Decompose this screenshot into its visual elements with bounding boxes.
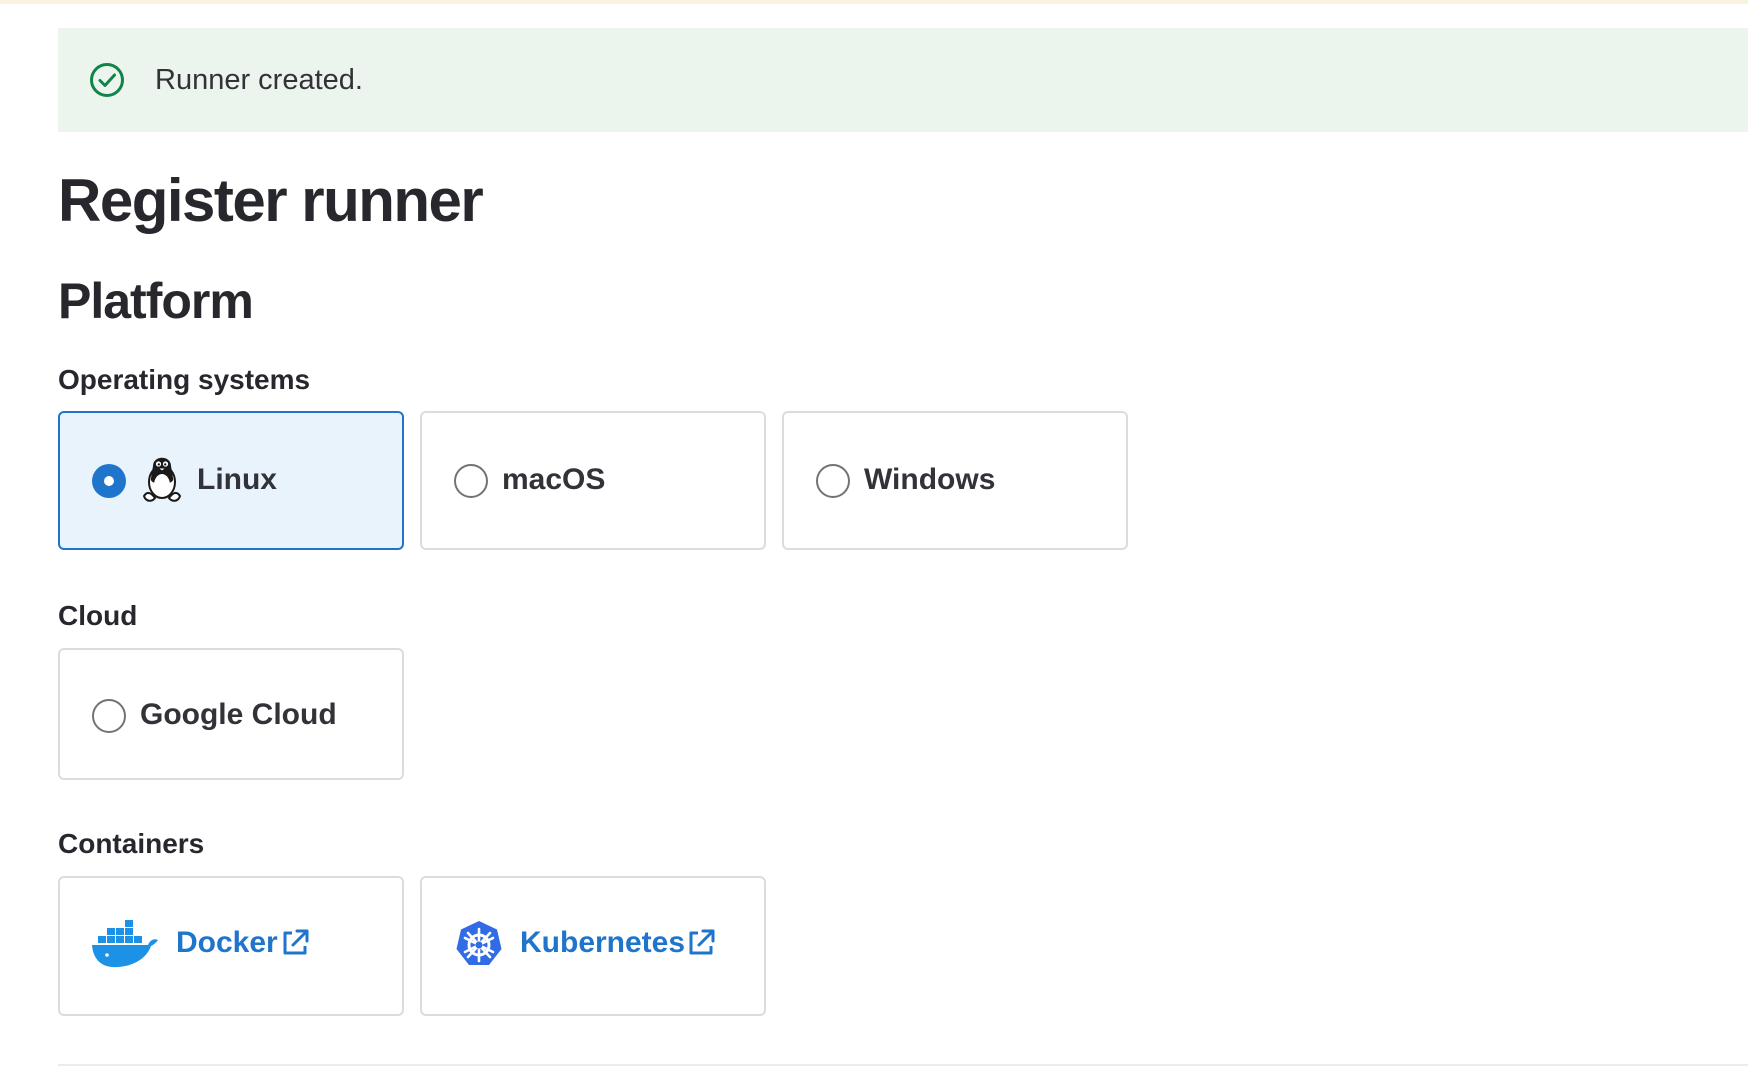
section-title: Platform (58, 273, 254, 329)
windows-radio[interactable] (816, 464, 850, 498)
containers-label: Containers (58, 828, 205, 859)
platform-option-linux[interactable]: Linux (58, 411, 404, 550)
alert-message: Runner created. (155, 64, 363, 96)
cloud-label: Cloud (58, 600, 138, 631)
kubernetes-link[interactable]: Kubernetes (520, 925, 685, 961)
macos-radio[interactable] (454, 464, 488, 498)
success-alert: Runner created. (58, 28, 1748, 132)
operating-systems-label: Operating systems (58, 364, 311, 395)
external-link-icon[interactable] (280, 928, 310, 958)
google-cloud-label: Google Cloud (140, 698, 337, 731)
linux-tux-icon (142, 457, 182, 502)
linux-label: Linux (197, 463, 277, 496)
platform-option-macos[interactable]: macOS (420, 411, 766, 550)
docker-link[interactable]: Docker (176, 925, 278, 961)
docker-whale-icon (92, 920, 158, 968)
macos-label: macOS (502, 463, 606, 496)
divider (58, 1064, 1748, 1066)
linux-radio[interactable] (92, 464, 126, 498)
container-option-docker[interactable]: Docker (58, 876, 404, 1016)
page-title: Register runner (58, 167, 484, 234)
windows-label: Windows (864, 463, 996, 496)
google-cloud-radio[interactable] (92, 699, 126, 733)
check-circle-icon (90, 63, 124, 97)
top-warning-strip (0, 0, 1748, 4)
platform-option-windows[interactable]: Windows (782, 411, 1128, 550)
kubernetes-helm-icon (456, 921, 502, 965)
external-link-icon[interactable] (686, 928, 716, 958)
container-option-kubernetes[interactable]: Kubernetes (420, 876, 766, 1016)
platform-option-google-cloud[interactable]: Google Cloud (58, 648, 404, 780)
